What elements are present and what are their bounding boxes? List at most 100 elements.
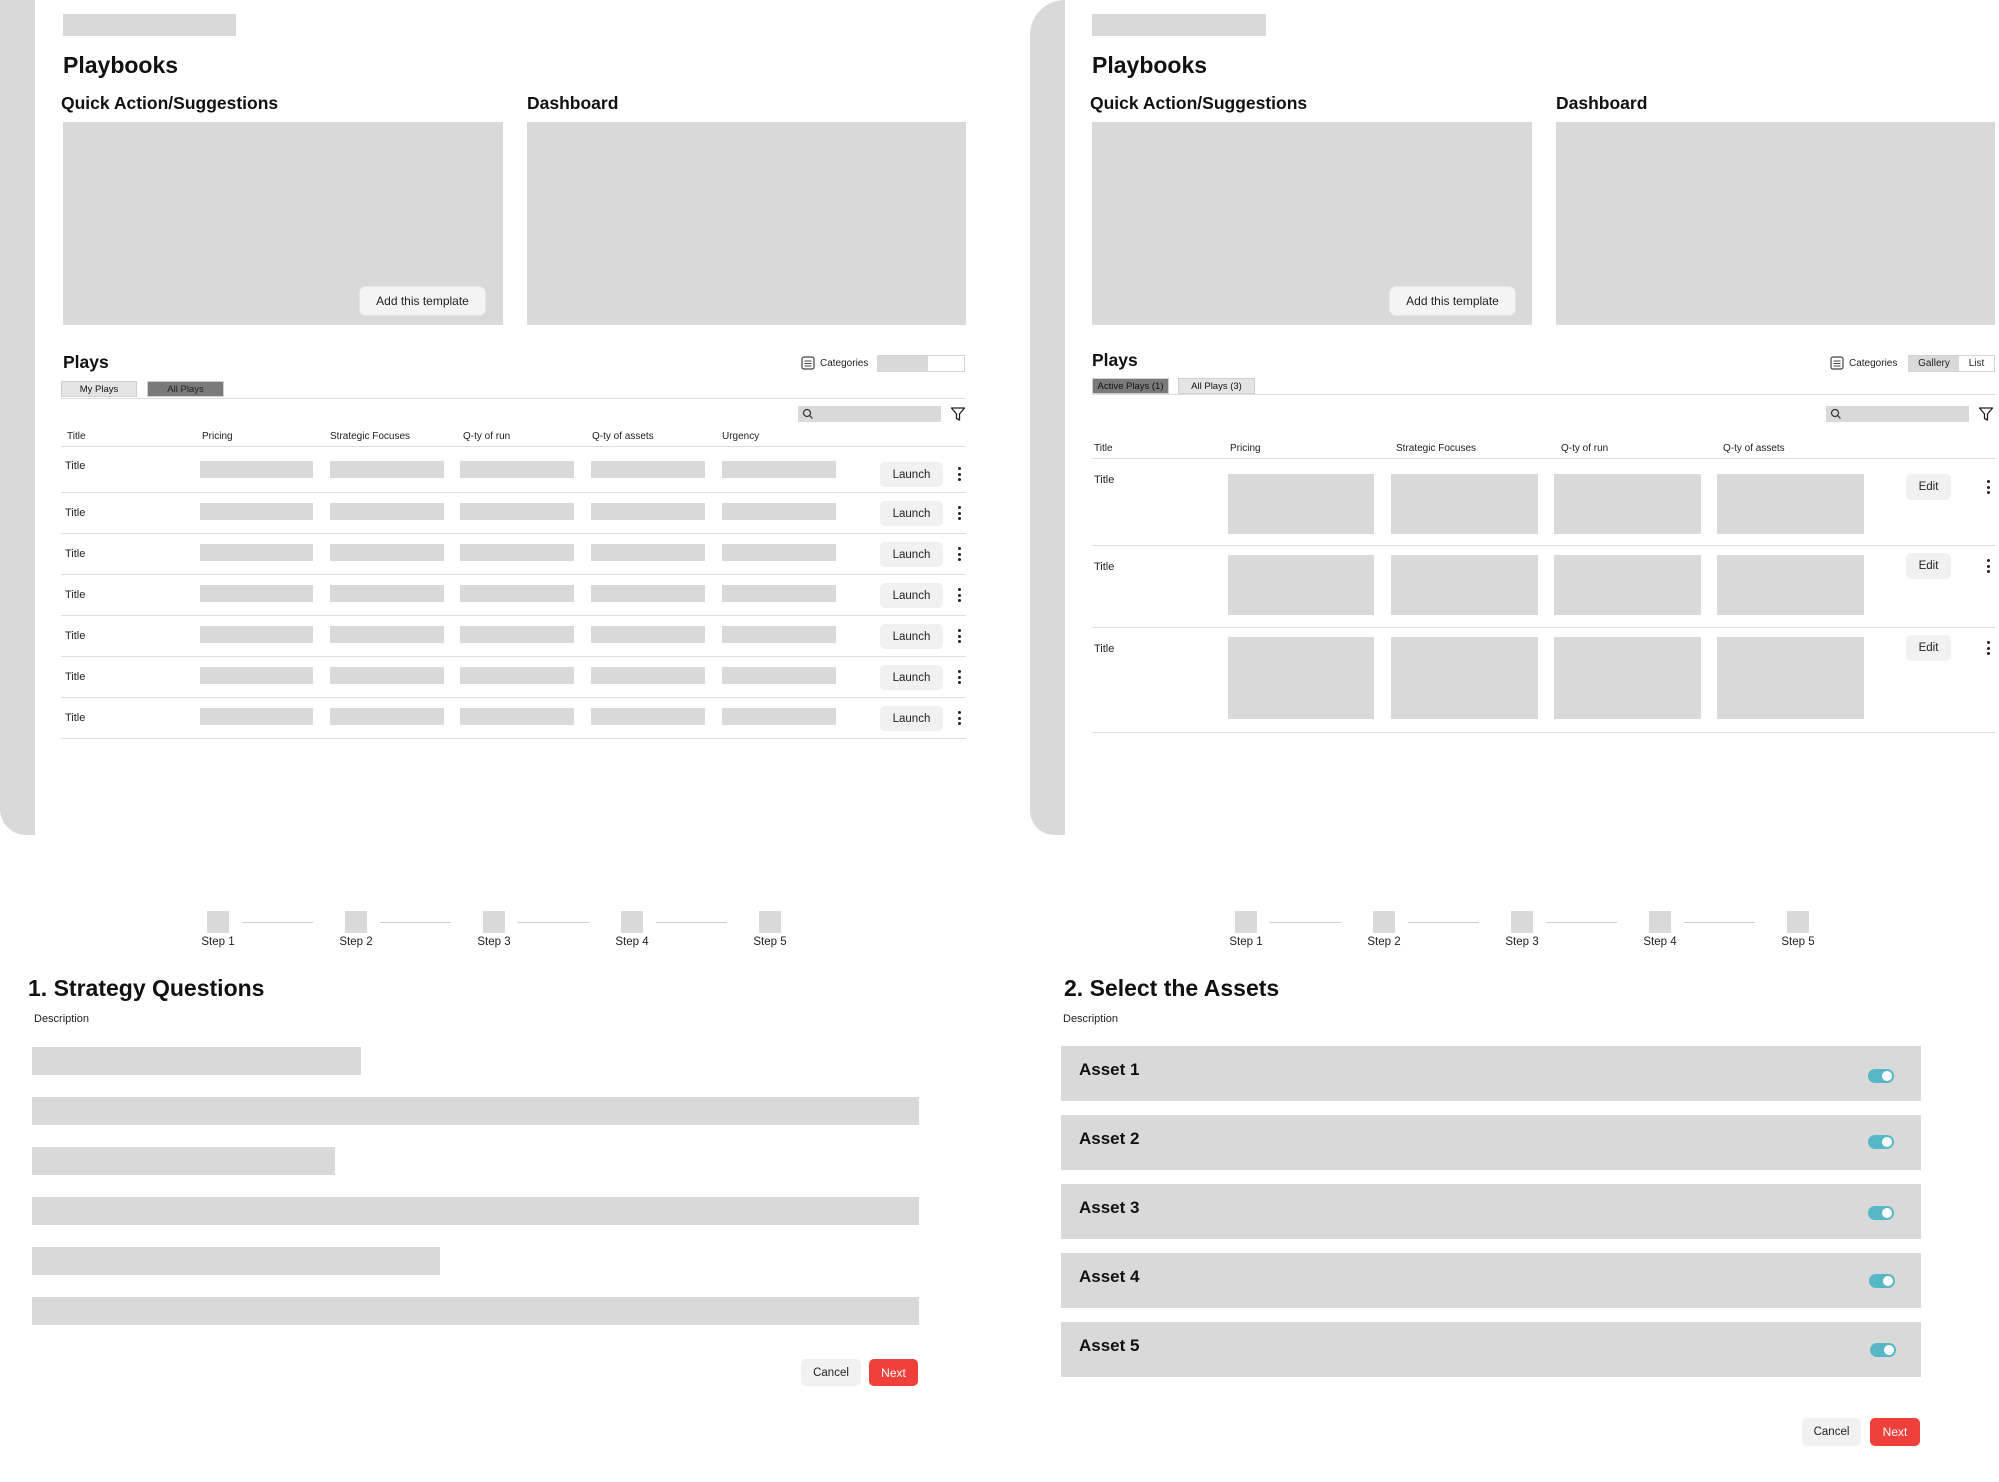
launch-button[interactable]: Launch [880,462,943,487]
row-title: Title [65,589,86,601]
step-indicator[interactable] [1511,911,1533,933]
dashboard-card [1556,122,1995,325]
edit-button[interactable]: Edit [1906,553,1951,579]
question-field[interactable] [32,1097,919,1125]
edit-button[interactable]: Edit [1906,474,1951,500]
step-label: Step 1 [201,936,235,948]
page-title: Playbooks [63,52,179,78]
cancel-button[interactable]: Cancel [801,1359,861,1386]
tab-all-plays[interactable]: All Plays [147,381,224,397]
add-template-button[interactable]: Add this template [1390,287,1515,315]
step-indicator[interactable] [1787,911,1809,933]
row-title: Title [65,460,86,472]
step-indicator[interactable] [483,911,505,933]
question-field[interactable] [32,1147,335,1175]
launch-button[interactable]: Launch [880,542,943,567]
asset-label: Asset 2 [1079,1129,1140,1148]
search-input[interactable] [1826,406,1969,422]
step-label: Step 4 [1643,936,1677,948]
step-label: Step 2 [339,936,373,948]
dashboard-heading: Dashboard [527,93,619,113]
question-field[interactable] [32,1047,361,1075]
filter-icon[interactable] [950,406,966,422]
filter-icon[interactable] [1978,406,1994,422]
step-label: Step 3 [477,936,511,948]
row-title: Title [65,548,86,560]
view-toggle-selected[interactable] [878,356,928,371]
question-field[interactable] [32,1247,440,1275]
logo-placeholder [63,14,236,36]
quick-action-heading: Quick Action/Suggestions [61,93,279,113]
asset-row[interactable]: Asset 5 [1061,1322,1921,1377]
step-description: Description [34,1013,90,1025]
kebab-menu-icon[interactable] [956,466,962,482]
kebab-menu-icon[interactable] [956,628,962,644]
launch-button[interactable]: Launch [880,706,943,731]
launch-button[interactable]: Launch [880,624,943,649]
row-title: Title [65,630,86,642]
step-indicator[interactable] [1373,911,1395,933]
cancel-button[interactable]: Cancel [1802,1418,1861,1446]
question-field[interactable] [32,1197,919,1225]
col-qty-run: Q-ty of run [1561,443,1609,454]
launch-button[interactable]: Launch [880,583,943,608]
kebab-menu-icon[interactable] [1985,640,1991,656]
asset-toggle[interactable] [1868,1069,1894,1083]
kebab-menu-icon[interactable] [1985,558,1991,574]
view-toggle[interactable]: Gallery List [1908,355,1995,372]
asset-row[interactable]: Asset 2 [1061,1115,1921,1170]
step-indicator[interactable] [621,911,643,933]
categories-icon[interactable] [801,356,815,370]
kebab-menu-icon[interactable] [956,546,962,562]
kebab-menu-icon[interactable] [1985,479,1991,495]
step-title: 2. Select the Assets [1064,975,1280,1001]
page-title: Playbooks [1092,52,1208,78]
asset-toggle[interactable] [1869,1274,1895,1288]
categories-icon[interactable] [1830,356,1844,370]
logo-placeholder [1092,14,1266,36]
search-icon [802,408,813,419]
view-gallery-option[interactable]: Gallery [1909,356,1959,371]
sidebar [0,0,35,835]
step-indicator[interactable] [207,911,229,933]
next-button[interactable]: Next [869,1359,918,1386]
edit-button[interactable]: Edit [1906,635,1951,661]
step-indicator[interactable] [759,911,781,933]
plays-heading: Plays [1092,350,1138,370]
search-input[interactable] [798,406,941,422]
asset-label: Asset 3 [1079,1198,1140,1217]
dashboard-card [527,122,966,325]
kebab-menu-icon[interactable] [956,587,962,603]
asset-toggle[interactable] [1870,1343,1896,1357]
add-template-button[interactable]: Add this template [360,287,485,315]
asset-label: Asset 5 [1079,1336,1140,1355]
view-list-option[interactable]: List [1959,356,1994,371]
step-indicator[interactable] [1649,911,1671,933]
view-toggle[interactable] [877,355,965,372]
asset-row[interactable]: Asset 4 [1061,1253,1921,1308]
question-field[interactable] [32,1297,919,1325]
kebab-menu-icon[interactable] [956,505,962,521]
col-urgency: Urgency [722,431,760,442]
kebab-menu-icon[interactable] [956,669,962,685]
row-title: Title [65,507,86,519]
asset-row[interactable]: Asset 1 [1061,1046,1921,1101]
asset-toggle[interactable] [1868,1206,1894,1220]
next-button[interactable]: Next [1870,1418,1920,1446]
row-title: Title [1094,474,1115,486]
asset-toggle[interactable] [1868,1135,1894,1149]
tab-my-plays[interactable]: My Plays [61,381,137,397]
step-indicator[interactable] [1235,911,1257,933]
launch-button[interactable]: Launch [880,665,943,690]
asset-label: Asset 4 [1079,1267,1140,1286]
tab-active-plays[interactable]: Active Plays (1) [1092,378,1169,394]
col-qty-assets: Q-ty of assets [1723,443,1785,454]
kebab-menu-icon[interactable] [956,710,962,726]
step-indicator[interactable] [345,911,367,933]
step-title: 1. Strategy Questions [28,975,265,1001]
asset-row[interactable]: Asset 3 [1061,1184,1921,1239]
row-title: Title [65,712,86,724]
launch-button[interactable]: Launch [880,501,943,526]
tab-all-plays[interactable]: All Plays (3) [1178,378,1255,394]
col-pricing: Pricing [1230,443,1261,454]
